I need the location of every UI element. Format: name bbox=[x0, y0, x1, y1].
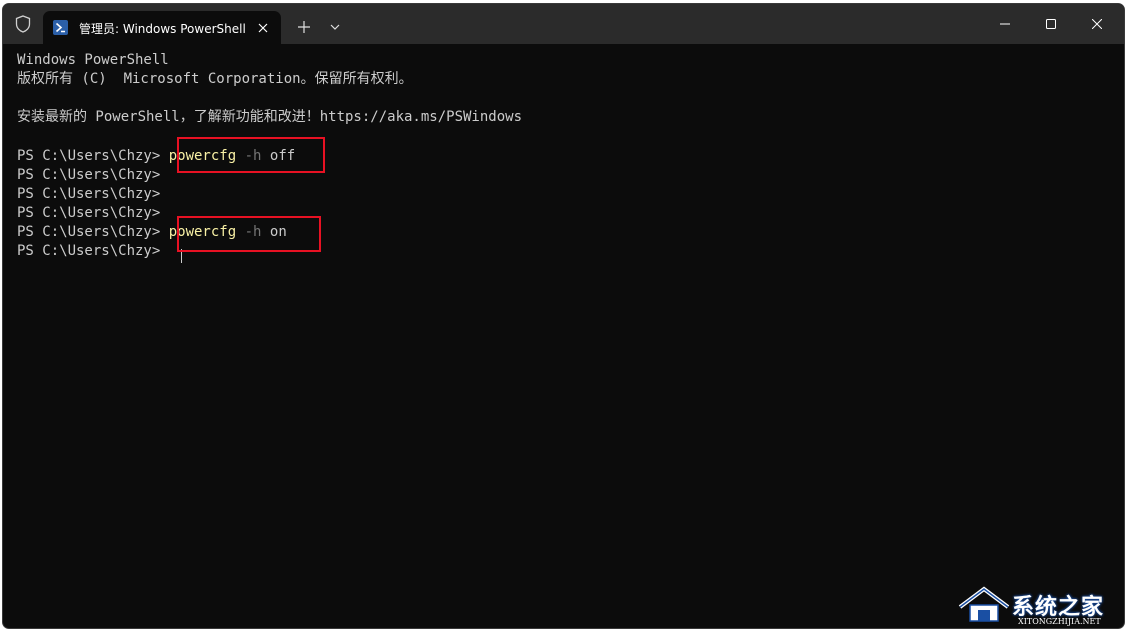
window-close-icon[interactable] bbox=[1074, 4, 1120, 44]
console-line: 安装最新的 PowerShell，了解新功能和改进！https://aka.ms… bbox=[17, 109, 523, 125]
highlight-box-command-1 bbox=[177, 137, 325, 173]
prompt-line: PS C:\Users\Chzy> bbox=[17, 243, 169, 259]
prompt-line: PS C:\Users\Chzy> bbox=[17, 167, 169, 183]
highlight-box-command-2 bbox=[177, 216, 321, 252]
console-line: Windows PowerShell bbox=[17, 52, 169, 68]
watermark-logo: 系统之家 XITONGZHIJIA.NET bbox=[956, 585, 1126, 631]
prompt: PS C:\Users\Chzy> bbox=[17, 148, 169, 164]
title-bar[interactable]: 管理员: Windows PowerShell bbox=[3, 4, 1124, 44]
plus-icon[interactable] bbox=[293, 16, 315, 38]
powershell-icon bbox=[53, 20, 68, 35]
shield-icon bbox=[14, 15, 32, 33]
console-line: 版权所有 (C) Microsoft Corporation。保留所有权利。 bbox=[17, 71, 413, 87]
prompt-line: PS C:\Users\Chzy> bbox=[17, 186, 169, 202]
tab-title: 管理员: Windows PowerShell bbox=[79, 22, 246, 36]
prompt: PS C:\Users\Chzy> bbox=[17, 224, 169, 240]
chevron-down-icon[interactable] bbox=[325, 16, 345, 38]
watermark-subtitle: XITONGZHIJIA.NET bbox=[1018, 617, 1101, 626]
tab-powershell[interactable]: 管理员: Windows PowerShell bbox=[43, 11, 281, 44]
prompt-line: PS C:\Users\Chzy> bbox=[17, 205, 169, 221]
console-output[interactable]: Windows PowerShell 版权所有 (C) Microsoft Co… bbox=[17, 51, 1107, 611]
tab-close-icon[interactable] bbox=[251, 16, 275, 40]
house-logo-icon bbox=[958, 586, 1010, 622]
terminal-window: 管理员: Windows PowerShell Windows PowerShe… bbox=[2, 3, 1125, 629]
minimize-icon[interactable] bbox=[982, 4, 1028, 44]
maximize-icon[interactable] bbox=[1028, 4, 1074, 44]
